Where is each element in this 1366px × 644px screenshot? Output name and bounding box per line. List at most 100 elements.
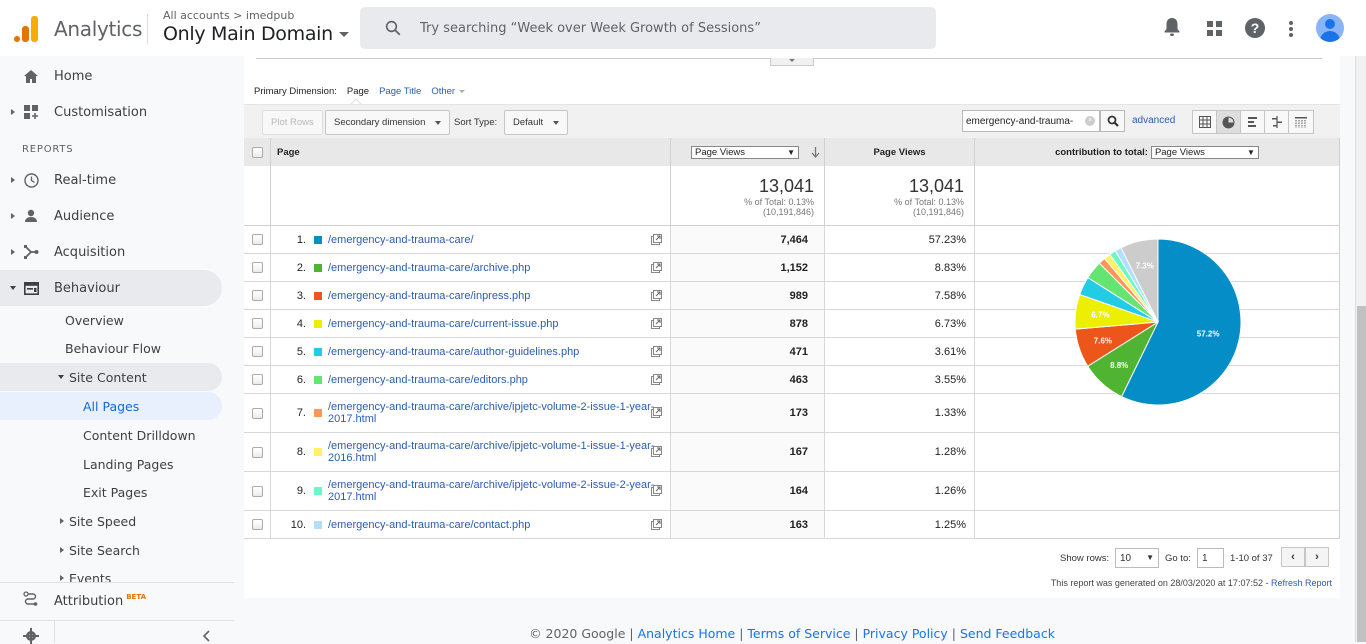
sidebar-item-label: Events [69,571,112,582]
contribution-metric-select[interactable]: Page Views ▼ [1150,145,1259,159]
page-link[interactable]: /emergency-and-trauma-care/archive/ipjet… [328,479,658,503]
open-external-icon[interactable] [651,485,662,496]
page-link[interactable]: /emergency-and-trauma-care/archive/ipjet… [328,401,658,425]
goto-page-input[interactable]: 1 [1197,548,1224,568]
open-external-icon[interactable] [651,373,662,385]
sidebar-item-exit-pages[interactable]: Exit Pages [0,478,222,506]
sidebar-item-acquisition[interactable]: Acquisition [0,234,222,270]
row-checkbox[interactable] [251,519,263,530]
row-checkbox[interactable] [251,234,263,245]
pie-slice-label: 8.8% [1110,361,1128,370]
open-external-icon[interactable] [651,261,662,273]
account-breadcrumb[interactable]: All accounts > imedpub [163,9,294,22]
sidebar-item-behaviour-flow[interactable]: Behaviour Flow [0,334,222,362]
page-link[interactable]: /emergency-and-trauma-care/archive/ipjet… [328,440,658,464]
next-page-button[interactable]: › [1305,547,1329,567]
page-link[interactable]: /emergency-and-trauma-care/archive.php [328,262,658,274]
row-checkbox[interactable] [251,262,263,273]
page-scrollbar[interactable] [1355,56,1366,642]
more-vert-icon[interactable] [1288,20,1294,38]
help-icon[interactable]: ? [1245,18,1265,38]
apps-grid-icon[interactable] [1207,21,1223,37]
row-checkbox[interactable] [251,346,263,357]
sidebar-item-site-search[interactable]: Site Search [0,536,222,564]
analytics-logo-icon[interactable] [14,16,38,42]
metric-select-value: Page Views [695,146,745,158]
select-all-checkbox[interactable] [251,146,263,158]
sidebar-item-overview[interactable]: Overview [0,306,222,334]
sidebar-item-label: Customisation [54,104,148,120]
bell-icon[interactable] [1163,16,1181,38]
sidebar-item-site-speed[interactable]: Site Speed [0,507,222,535]
sidebar-item-home[interactable]: Home [0,58,222,94]
view-pivot-button[interactable] [1289,111,1313,133]
open-external-icon[interactable] [651,233,662,245]
advanced-filter-link[interactable]: advanced [1132,115,1175,126]
secondary-dimension-dropdown[interactable]: Secondary dimension [325,110,451,135]
table-filter[interactable]: × [962,110,1100,132]
open-external-icon[interactable] [651,317,662,329]
scrollbar-thumb[interactable] [1357,306,1366,642]
page-link[interactable]: /emergency-and-trauma-care/ [328,234,658,246]
page-link[interactable]: /emergency-and-trauma-care/editors.php [328,374,658,386]
row-checkbox[interactable] [251,446,263,458]
footer-link-terms[interactable]: Terms of Service [747,626,850,641]
sidebar-item-site-content[interactable]: Site Content [0,363,222,391]
view-comparison-button[interactable] [1265,111,1289,133]
page-link[interactable]: /emergency-and-trauma-care/current-issue… [328,318,658,330]
footer-link-feedback[interactable]: Send Feedback [960,626,1055,641]
open-external-icon[interactable] [651,407,662,418]
page-link[interactable]: /emergency-and-trauma-care/contact.php [328,519,658,531]
dimension-other-dropdown[interactable]: Other [431,86,466,97]
footer-link-analytics-home[interactable]: Analytics Home [638,626,736,641]
sidebar-item-real-time[interactable]: Real-time [0,162,222,198]
sidebar-item-attribution[interactable]: Attribution BETA [0,582,234,618]
open-external-icon[interactable] [651,518,662,530]
sidebar-item-audience[interactable]: Audience [0,198,222,234]
view-performance-button[interactable] [1241,111,1265,133]
row-checkbox[interactable] [251,374,263,385]
dimension-page-title-link[interactable]: Page Title [379,86,421,97]
open-external-icon[interactable] [651,289,662,301]
page-link[interactable]: /emergency-and-trauma-care/inpress.php [328,290,658,302]
row-number: 2. [296,261,306,274]
collapse-sidebar-chevron-icon[interactable] [202,630,210,642]
column-header-page-views[interactable]: Page Views [825,138,975,166]
metric-select[interactable]: Page Views ▼ [691,145,799,159]
open-external-icon[interactable] [651,446,662,457]
sort-type-dropdown[interactable]: Default [504,110,569,135]
plot-rows-button[interactable]: Plot Rows [262,110,323,135]
refresh-report-link[interactable]: Refresh Report [1271,578,1332,588]
table-filter-input[interactable] [966,111,1078,131]
search-input[interactable] [420,7,920,49]
prev-page-button[interactable]: ‹ [1281,547,1305,567]
row-checkbox[interactable] [251,290,263,301]
sidebar-item-all-pages[interactable]: All Pages [0,392,222,420]
sidebar-item-behaviour[interactable]: Behaviour [0,270,222,306]
row-number: 5. [296,345,306,358]
sidebar-item-customisation[interactable]: Customisation [0,94,222,130]
property-selector[interactable]: Only Main Domain [163,23,349,45]
sidebar-item-label: Site Search [69,542,140,558]
sidebar-item-events[interactable]: Events [0,565,222,582]
page-link[interactable]: /emergency-and-trauma-care/author-guidel… [328,346,658,358]
apply-filter-button[interactable] [1100,110,1125,132]
sidebar-item-content-drilldown[interactable]: Content Drilldown [0,421,222,449]
open-external-icon[interactable] [651,345,662,357]
row-checkbox[interactable] [251,407,263,419]
sidebar-item-landing-pages[interactable]: Landing Pages [0,450,222,478]
account-avatar[interactable] [1316,14,1344,42]
show-rows-select[interactable]: 10 ▼ [1115,548,1159,568]
footer-link-privacy[interactable]: Privacy Policy [863,626,948,641]
expand-chart-toggle[interactable] [770,58,814,66]
sort-descending-arrow-icon[interactable] [811,146,820,158]
collapse-arrow-icon [10,286,16,290]
search-bar[interactable] [360,7,936,49]
clear-filter-icon[interactable]: × [1085,116,1095,126]
column-header-page[interactable]: Page [271,138,671,166]
pie-chart-svg: 57.2% 8.8% 7.6% 6.7% 7.3% [1074,238,1242,406]
view-pie-button[interactable] [1217,111,1241,133]
view-table-button[interactable] [1193,111,1217,133]
row-checkbox[interactable] [251,318,263,329]
row-checkbox[interactable] [251,485,263,497]
